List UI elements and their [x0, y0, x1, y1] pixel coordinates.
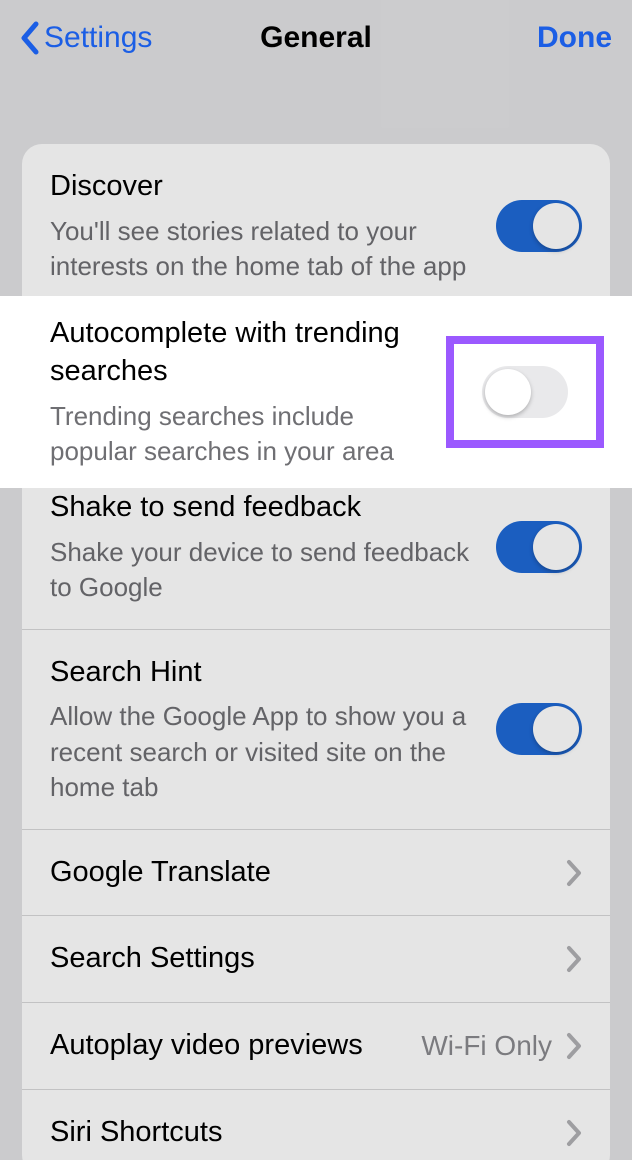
- row-google-translate[interactable]: Google Translate: [22, 830, 610, 917]
- chevron-right-icon: [566, 1119, 582, 1147]
- discover-toggle[interactable]: [496, 200, 582, 252]
- autocomplete-trending-toggle[interactable]: [482, 366, 568, 418]
- row-text: Search Hint Allow the Google App to show…: [50, 654, 478, 805]
- row-subtitle: Trending searches include popular search…: [50, 399, 428, 469]
- chevron-right-icon: [566, 1032, 582, 1060]
- row-title: Autoplay video previews: [50, 1027, 403, 1065]
- shake-feedback-toggle[interactable]: [496, 521, 582, 573]
- row-title: Shake to send feedback: [50, 489, 478, 527]
- row-title: Search Settings: [50, 940, 548, 978]
- row-subtitle: You'll see stories related to your inter…: [50, 214, 478, 284]
- row-discover: Discover You'll see stories related to y…: [22, 144, 610, 309]
- chevron-right-icon: [566, 945, 582, 973]
- navbar: Settings General Done: [0, 0, 632, 76]
- row-title: Discover: [50, 168, 478, 206]
- row-autocomplete-trending: Autocomplete with trending searches Tren…: [0, 296, 632, 488]
- row-text: Shake to send feedback Shake your device…: [50, 489, 478, 605]
- row-search-settings[interactable]: Search Settings: [22, 916, 610, 1003]
- back-label: Settings: [44, 21, 152, 55]
- row-title: Autocomplete with trending searches: [50, 315, 428, 390]
- row-shake-feedback: Shake to send feedback Shake your device…: [22, 465, 610, 630]
- row-subtitle: Allow the Google App to show you a recen…: [50, 699, 478, 804]
- chevron-left-icon: [20, 21, 40, 55]
- search-hint-toggle[interactable]: [496, 703, 582, 755]
- back-button[interactable]: Settings: [20, 21, 152, 55]
- row-text: Autocomplete with trending searches Tren…: [50, 315, 428, 469]
- highlight-frame: [446, 336, 604, 448]
- row-title: Search Hint: [50, 654, 478, 692]
- row-value: Wi-Fi Only: [421, 1030, 552, 1062]
- row-subtitle: Shake your device to send feedback to Go…: [50, 535, 478, 605]
- row-siri-shortcuts[interactable]: Siri Shortcuts: [22, 1090, 610, 1160]
- row-autoplay-video[interactable]: Autoplay video previews Wi-Fi Only: [22, 1003, 610, 1090]
- row-text: Discover You'll see stories related to y…: [50, 168, 478, 284]
- row-title: Google Translate: [50, 854, 548, 892]
- row-title: Siri Shortcuts: [50, 1114, 548, 1152]
- row-search-hint: Search Hint Allow the Google App to show…: [22, 630, 610, 830]
- page-title: General: [260, 21, 372, 55]
- chevron-right-icon: [566, 859, 582, 887]
- done-button[interactable]: Done: [537, 21, 612, 55]
